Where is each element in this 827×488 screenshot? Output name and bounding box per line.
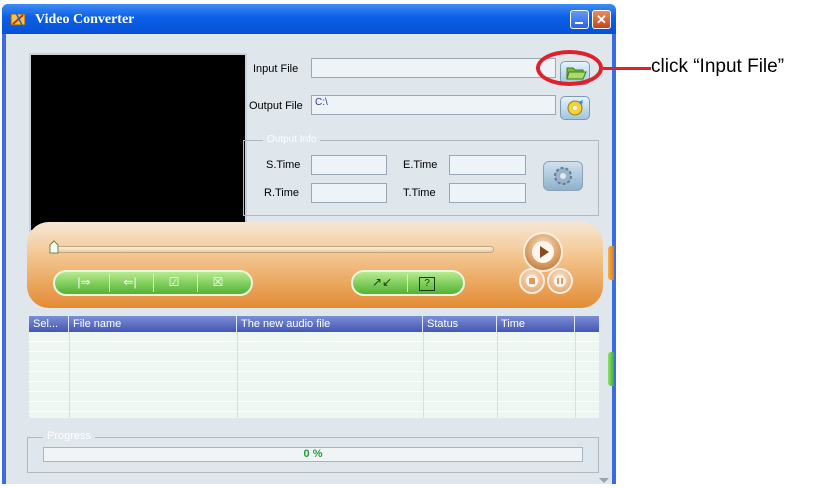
callout-line: [603, 67, 651, 70]
side-tab-orange[interactable]: [608, 246, 614, 280]
input-file-highlight-ring: [536, 50, 603, 86]
progress-title: Progress: [43, 430, 96, 442]
minimize-button[interactable]: [570, 10, 589, 29]
column-header-time[interactable]: Time: [497, 316, 575, 332]
progress-bar: 0 %: [43, 447, 583, 462]
file-table-body[interactable]: [29, 332, 599, 418]
convert-button[interactable]: ↗↙: [371, 275, 393, 290]
e-time-label: E.Time: [403, 159, 438, 171]
player-panel: |⇒ ⇐| ☑ ☒ ↗↙ ?: [27, 222, 603, 308]
r-time-label: R.Time: [264, 187, 300, 199]
pause-icon: [554, 275, 566, 287]
t-time-field[interactable]: [449, 183, 526, 203]
s-time-field[interactable]: [311, 155, 387, 175]
callout-text: click “Input File”: [651, 56, 785, 77]
client-area: Input File Output File C:\ Output Info S…: [6, 34, 614, 484]
uncheck-all-button[interactable]: ☒: [207, 275, 229, 290]
play-button[interactable]: [523, 232, 563, 272]
output-folder-button[interactable]: [560, 96, 590, 120]
e-time-field[interactable]: [449, 155, 526, 175]
video-preview: [29, 53, 247, 232]
play-icon: [532, 241, 554, 263]
output-file-label: Output File: [249, 100, 303, 112]
column-header-new-audio-file[interactable]: The new audio file: [237, 316, 423, 332]
file-table-header: Sel... File name The new audio file Stat…: [29, 316, 599, 332]
seek-slider-thumb[interactable]: [49, 240, 59, 254]
video-converter-window: Video Converter ✕ Input File Output File…: [2, 4, 616, 484]
side-tab-green[interactable]: [608, 352, 614, 386]
stop-button[interactable]: [519, 268, 545, 294]
output-info-title: Output Info: [263, 134, 321, 145]
list-controls-group: |⇒ ⇐| ☑ ☒: [53, 270, 253, 296]
add-to-list-button[interactable]: |⇒: [73, 275, 95, 290]
help-button[interactable]: ?: [419, 277, 435, 291]
progress-text: 0 %: [303, 448, 323, 460]
stop-icon: [526, 275, 538, 287]
r-time-field[interactable]: [311, 183, 387, 203]
column-header-select[interactable]: Sel...: [29, 316, 69, 332]
output-disc-icon: [567, 100, 583, 116]
output-file-field[interactable]: C:\: [311, 95, 556, 115]
t-time-label: T.Time: [403, 187, 436, 199]
window-title: Video Converter: [35, 12, 135, 27]
settings-button[interactable]: [543, 161, 583, 191]
column-header-status[interactable]: Status: [423, 316, 497, 332]
gear-icon: [554, 167, 572, 185]
title-bar[interactable]: Video Converter ✕: [2, 4, 616, 34]
check-all-button[interactable]: ☑: [163, 275, 185, 290]
tools-group: ↗↙ ?: [351, 270, 465, 296]
app-icon: [10, 12, 26, 26]
input-file-field[interactable]: [311, 58, 556, 78]
close-button[interactable]: ✕: [592, 10, 611, 29]
column-header-file-name[interactable]: File name: [69, 316, 237, 332]
remove-from-list-button[interactable]: ⇐|: [119, 275, 141, 290]
s-time-label: S.Time: [266, 159, 301, 171]
pause-button[interactable]: [547, 268, 573, 294]
seek-slider-track[interactable]: [51, 246, 494, 253]
input-file-label: Input File: [253, 63, 299, 75]
scroll-down-arrow-icon[interactable]: [599, 478, 609, 483]
